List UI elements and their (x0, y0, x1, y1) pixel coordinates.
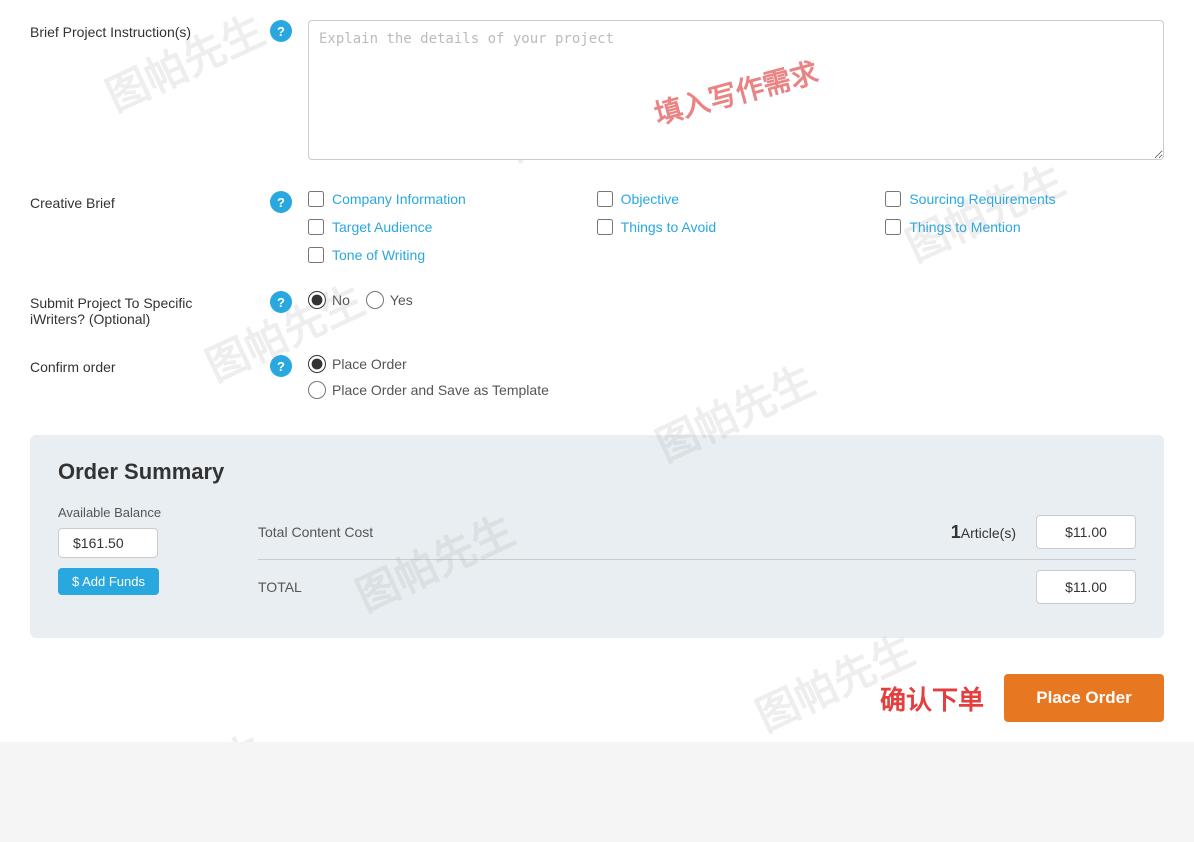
confirm-order-section: Confirm order ? Place Order Place Order … (30, 355, 1164, 407)
checkbox-objective-input[interactable] (597, 191, 613, 207)
submit-specific-section: Submit Project To Specific iWriters? (Op… (30, 291, 1164, 327)
confirm-order-content: Place Order Place Order and Save as Temp… (308, 355, 1164, 407)
checkbox-company-info-label[interactable]: Company Information (332, 191, 466, 207)
submit-no-label[interactable]: No (332, 292, 350, 308)
submit-no-option[interactable]: No (308, 291, 350, 309)
submit-specific-help-icon[interactable]: ? (270, 291, 292, 313)
brief-instructions-help-icon[interactable]: ? (270, 20, 292, 42)
place-order-option[interactable]: Place Order (308, 355, 407, 373)
creative-brief-section: Creative Brief ? Company Information Obj… (30, 191, 1164, 263)
place-order-template-radio[interactable] (308, 381, 326, 399)
total-row: TOTAL $11.00 (258, 560, 1136, 614)
checkbox-things-to-avoid[interactable]: Things to Avoid (597, 219, 876, 235)
checkbox-mention-input[interactable] (885, 219, 901, 235)
confirm-text: 确认下单 (880, 680, 984, 717)
confirm-order-label: Confirm order (30, 355, 270, 375)
content-cost-row: Total Content Cost 1Article(s) $11.00 (258, 505, 1136, 560)
creative-brief-help-icon[interactable]: ? (270, 191, 292, 213)
submit-yes-label[interactable]: Yes (390, 292, 413, 308)
cost-table: Total Content Cost 1Article(s) $11.00 TO… (258, 505, 1136, 614)
creative-brief-help: ? (270, 191, 298, 213)
creative-brief-label: Creative Brief (30, 191, 270, 211)
checkbox-sourcing-input[interactable] (885, 191, 901, 207)
brief-instructions-label: Brief Project Instruction(s) (30, 20, 270, 40)
checkbox-avoid-label[interactable]: Things to Avoid (621, 219, 716, 235)
checkbox-avoid-input[interactable] (597, 219, 613, 235)
creative-brief-content: Company Information Objective Sourcing R… (308, 191, 1164, 263)
place-order-radio-label[interactable]: Place Order (332, 356, 407, 372)
total-label: TOTAL (258, 579, 896, 595)
checkbox-sourcing-label[interactable]: Sourcing Requirements (909, 191, 1055, 207)
place-order-template-option[interactable]: Place Order and Save as Template (308, 381, 549, 399)
submit-specific-label: Submit Project To Specific iWriters? (Op… (30, 291, 270, 327)
total-amount: $11.00 (1036, 570, 1136, 604)
place-order-template-label[interactable]: Place Order and Save as Template (332, 382, 549, 398)
checkbox-things-to-mention[interactable]: Things to Mention (885, 219, 1164, 235)
submit-yes-radio[interactable] (366, 291, 384, 309)
place-order-radio-input[interactable] (308, 355, 326, 373)
brief-instructions-content: 填入写作需求 (308, 20, 1164, 163)
checkbox-mention-label[interactable]: Things to Mention (909, 219, 1020, 235)
confirm-order-help: ? (270, 355, 298, 377)
total-content-cost-label: Total Content Cost (258, 524, 896, 540)
order-summary-section: Order Summary Available Balance $161.50 … (30, 435, 1164, 638)
brief-instructions-section: Brief Project Instruction(s) ? 填入写作需求 (30, 20, 1164, 163)
checkbox-objective-label[interactable]: Objective (621, 191, 679, 207)
bottom-bar: 确认下单 Place Order (30, 658, 1164, 722)
add-funds-button[interactable]: $ Add Funds (58, 568, 159, 595)
place-order-button[interactable]: Place Order (1004, 674, 1164, 722)
submit-specific-help: ? (270, 291, 298, 313)
content-cost-amount: $11.00 (1036, 515, 1136, 549)
confirm-order-help-icon[interactable]: ? (270, 355, 292, 377)
checkbox-sourcing-requirements[interactable]: Sourcing Requirements (885, 191, 1164, 207)
place-order-template-group: Place Order and Save as Template (308, 381, 1164, 399)
checkbox-company-info[interactable]: Company Information (308, 191, 587, 207)
balance-section: Available Balance $161.50 $ Add Funds (58, 505, 218, 595)
checkbox-tone-input[interactable] (308, 247, 324, 263)
checkbox-tone-label[interactable]: Tone of Writing (332, 247, 425, 263)
submit-specific-content: No Yes (308, 291, 1164, 317)
checkbox-target-label[interactable]: Target Audience (332, 219, 432, 235)
checkbox-target-input[interactable] (308, 219, 324, 235)
checkboxes-grid: Company Information Objective Sourcing R… (308, 191, 1164, 263)
brief-instructions-help: ? (270, 20, 298, 42)
checkbox-company-info-input[interactable] (308, 191, 324, 207)
submit-yes-option[interactable]: Yes (366, 291, 413, 309)
checkbox-objective[interactable]: Objective (597, 191, 876, 207)
checkbox-tone-of-writing[interactable]: Tone of Writing (308, 247, 587, 263)
articles-count: 1Article(s) (896, 522, 1016, 543)
balance-label: Available Balance (58, 505, 161, 520)
submit-no-radio[interactable] (308, 291, 326, 309)
order-summary-body: Available Balance $161.50 $ Add Funds To… (58, 505, 1136, 614)
confirm-order-radio-group: Place Order (308, 355, 1164, 373)
balance-value: $161.50 (58, 528, 158, 558)
checkbox-target-audience[interactable]: Target Audience (308, 219, 587, 235)
textarea-wrapper: 填入写作需求 (308, 20, 1164, 163)
submit-specific-radio-group: No Yes (308, 291, 1164, 309)
order-summary-title: Order Summary (58, 459, 1136, 485)
project-instructions-textarea[interactable] (308, 20, 1164, 160)
